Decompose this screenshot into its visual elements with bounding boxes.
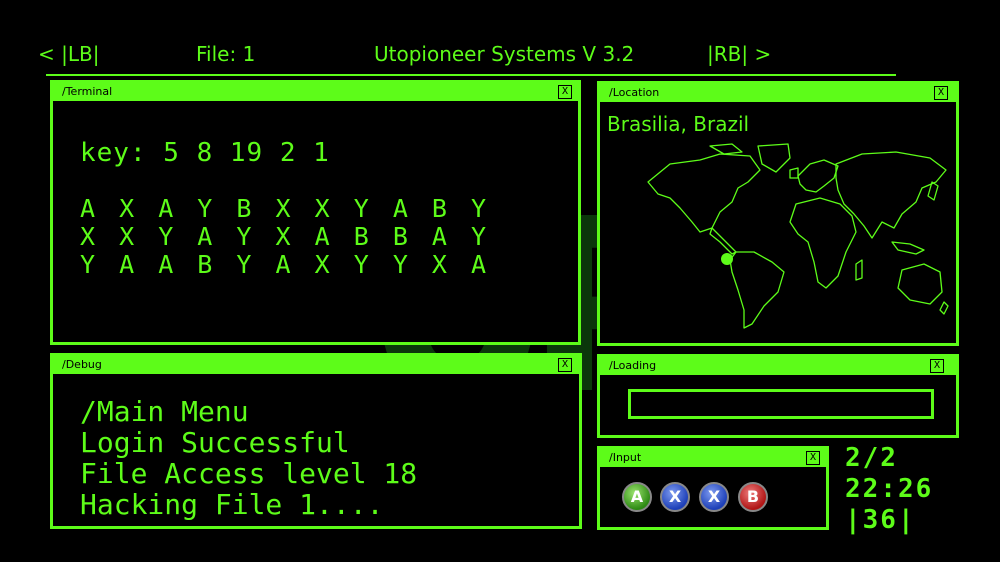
terminal-key-line: key: 5 8 19 2 1 bbox=[80, 138, 330, 168]
clock-display: 22:26 bbox=[845, 474, 934, 504]
debug-titlebar: /Debug bbox=[53, 356, 579, 374]
terminal-close-button[interactable]: X bbox=[558, 85, 572, 99]
terminal-row-1: A X A Y B X X Y A B Y bbox=[80, 194, 488, 223]
world-map bbox=[647, 143, 949, 329]
debug-line-4: Hacking File 1.... bbox=[80, 488, 384, 521]
b-button-icon[interactable]: B bbox=[738, 482, 768, 512]
system-title: Utopioneer Systems V 3.2 bbox=[374, 42, 635, 66]
input-window: /Input X A X X B bbox=[597, 446, 829, 530]
location-place: Brasilia, Brazil bbox=[607, 112, 750, 136]
a-button-icon[interactable]: A bbox=[622, 482, 652, 512]
debug-close-button[interactable]: X bbox=[558, 358, 572, 372]
location-window: /Location X Brasilia, Brazil bbox=[597, 81, 959, 346]
x-button-icon[interactable]: X bbox=[660, 482, 690, 512]
terminal-titlebar: /Terminal bbox=[53, 83, 578, 101]
debug-line-2: Login Successful bbox=[80, 426, 350, 459]
location-marker bbox=[721, 253, 733, 265]
step-counter: |36| bbox=[845, 505, 916, 535]
header-divider bbox=[46, 74, 896, 76]
loading-titlebar: /Loading bbox=[600, 357, 956, 375]
location-title: /Location bbox=[609, 86, 660, 99]
debug-line-3: File Access level 18 bbox=[80, 457, 418, 490]
terminal-window: /Terminal X key: 5 8 19 2 1 A X A Y B X … bbox=[50, 80, 581, 345]
input-titlebar: /Input bbox=[600, 449, 826, 467]
terminal-row-2: X X Y A Y X A B B A Y bbox=[80, 222, 488, 251]
debug-line-1: /Main Menu bbox=[80, 395, 249, 428]
loading-title: /Loading bbox=[609, 359, 657, 372]
debug-title: /Debug bbox=[62, 358, 102, 371]
loading-close-button[interactable]: X bbox=[930, 359, 944, 373]
x-button-icon-2[interactable]: X bbox=[699, 482, 729, 512]
input-close-button[interactable]: X bbox=[806, 451, 820, 465]
terminal-title: /Terminal bbox=[62, 85, 113, 98]
location-close-button[interactable]: X bbox=[934, 86, 948, 100]
lb-nav[interactable]: < |LB| bbox=[38, 42, 99, 66]
files-counter: 2/2 bbox=[845, 443, 898, 473]
loading-window: /Loading X bbox=[597, 354, 959, 438]
rb-nav[interactable]: |RB| > bbox=[707, 42, 771, 66]
terminal-row-3: Y A A B Y A X Y Y X A bbox=[80, 250, 488, 279]
location-titlebar: /Location bbox=[600, 84, 956, 102]
file-label: File: 1 bbox=[196, 42, 256, 66]
debug-window: /Debug X /Main Menu Login Successful Fil… bbox=[50, 353, 582, 529]
loading-progress-bar bbox=[628, 389, 934, 419]
input-title: /Input bbox=[609, 451, 642, 464]
